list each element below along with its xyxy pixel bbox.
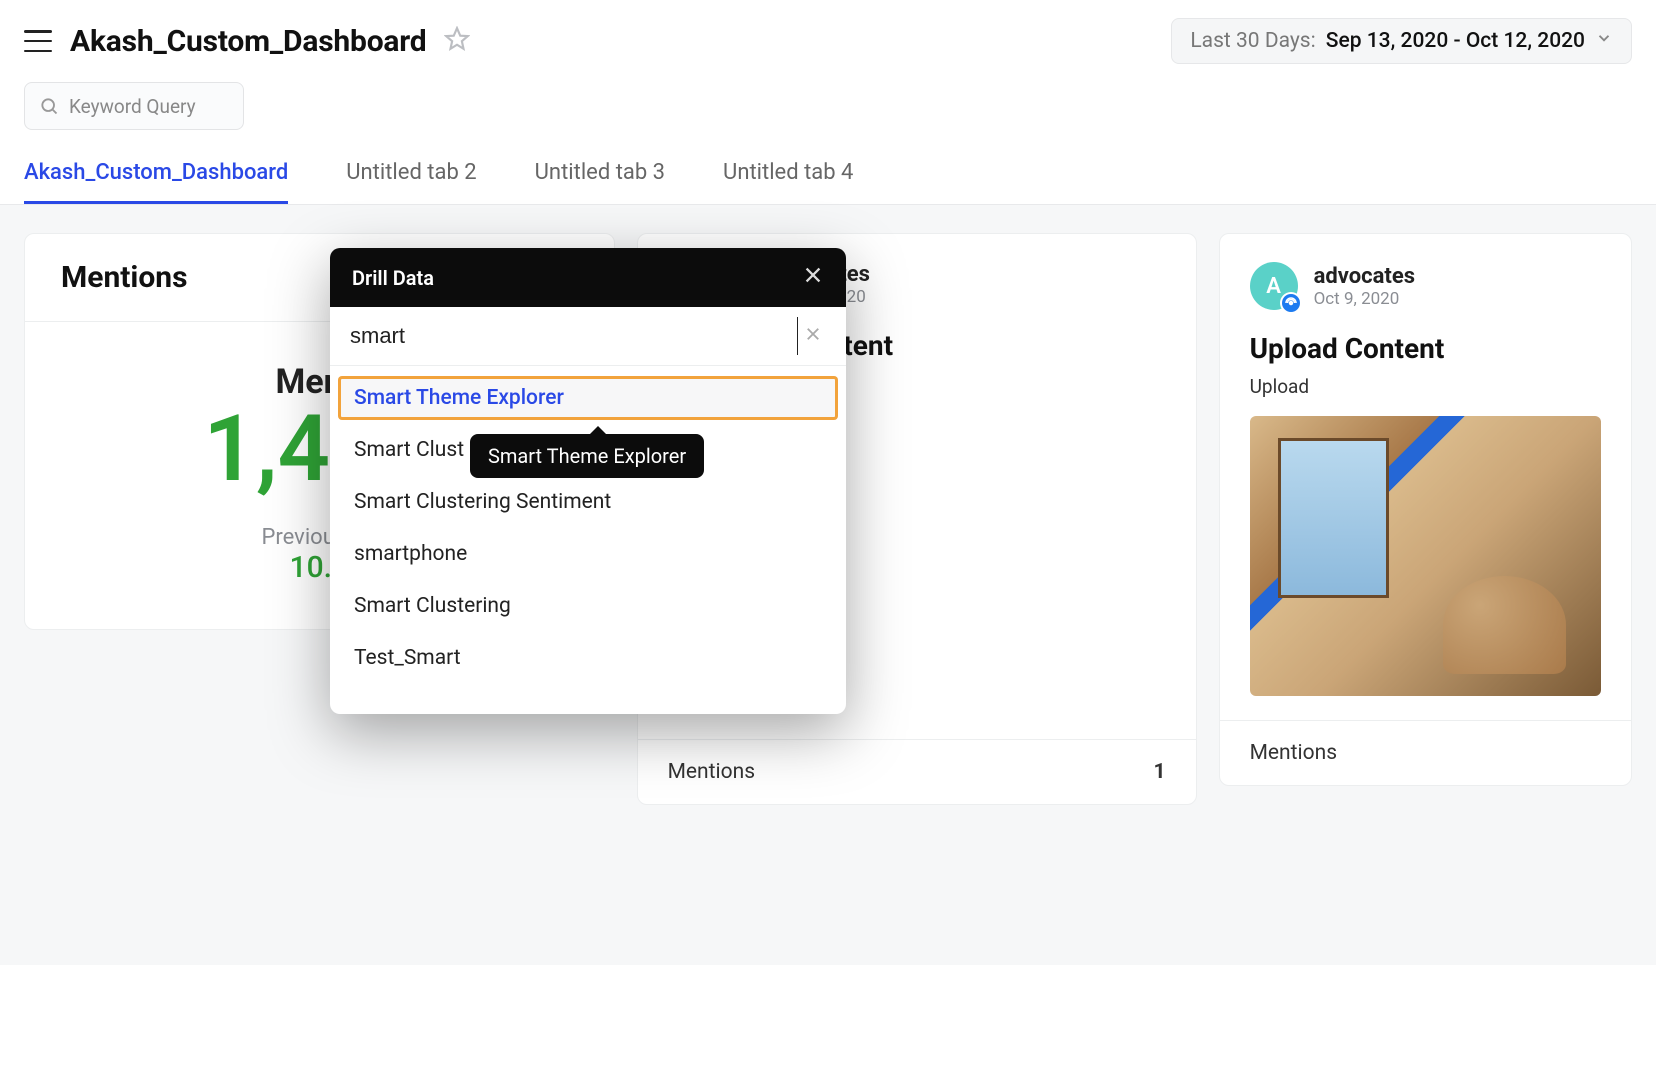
date-range-label: Last 30 Days: (1190, 29, 1315, 53)
chevron-down-icon (1595, 29, 1613, 53)
feed-footer-count: 1 (1154, 760, 1166, 784)
drill-title: Drill Data (352, 266, 434, 290)
date-range-picker[interactable]: Last 30 Days: Sep 13, 2020 - Oct 12, 202… (1171, 18, 1632, 64)
favorite-star-icon[interactable] (444, 26, 470, 56)
drill-input-row (330, 307, 846, 366)
feed-footer-label: Mentions (668, 760, 755, 784)
feed-body: A advocates Oct 9, 2020 Upload Content U… (1220, 234, 1631, 696)
menu-icon[interactable] (24, 30, 52, 52)
feed-post-title: Upload Content (1250, 332, 1601, 365)
page-title: Akash_Custom_Dashboard (70, 24, 426, 59)
feed-card-right: A advocates Oct 9, 2020 Upload Content U… (1219, 233, 1632, 786)
feed-author-name: advocates (1314, 264, 1415, 289)
header-left: Akash_Custom_Dashboard (24, 24, 470, 59)
drill-header: Drill Data (330, 248, 846, 307)
search-icon (39, 96, 59, 116)
feed-card-footer: Mentions (1220, 720, 1631, 785)
clear-input-icon[interactable] (798, 319, 828, 353)
feed-item-head: ates 2020 (828, 262, 1166, 307)
feed-footer-label: Mentions (1250, 741, 1337, 765)
drill-item-tooltip: Smart Theme Explorer (470, 434, 704, 478)
tab-untitled-2[interactable]: Untitled tab 2 (346, 146, 476, 204)
drill-results-list: Smart Theme Explorer Smart Clust Smart C… (330, 366, 846, 714)
tab-akash-custom-dashboard[interactable]: Akash_Custom_Dashboard (24, 146, 288, 204)
drill-search-input[interactable] (348, 317, 798, 355)
date-range-value: Sep 13, 2020 - Oct 12, 2020 (1326, 29, 1585, 53)
feed-post-date: Oct 9, 2020 (1314, 289, 1415, 309)
avatar-letter: A (1266, 274, 1281, 299)
feed-card-footer: Mentions 1 (638, 739, 1196, 804)
drill-result-item[interactable]: smartphone (330, 528, 846, 580)
feed-post-excerpt: Upload (1250, 375, 1601, 398)
keyword-query-input[interactable]: Keyword Query (24, 82, 244, 130)
drill-result-item[interactable]: Smart Clustering Sentiment (330, 476, 846, 528)
feed-post-title: ntent (828, 329, 1166, 362)
avatar[interactable]: A (1250, 262, 1298, 310)
tabs-row: Akash_Custom_Dashboard Untitled tab 2 Un… (0, 146, 1656, 205)
drill-result-item[interactable]: Smart Clustering (330, 580, 846, 632)
feed-post-excerpt: t (828, 372, 1166, 395)
broadcast-badge-icon (1280, 292, 1302, 314)
drill-data-popover: Drill Data Smart Theme Explorer Smart Cl… (330, 248, 846, 714)
feed-item-head: A advocates Oct 9, 2020 (1250, 262, 1601, 310)
drill-result-item[interactable]: Test_Smart (330, 632, 846, 684)
query-row: Keyword Query (0, 64, 1656, 146)
close-icon[interactable] (802, 264, 824, 291)
feed-author-block: advocates Oct 9, 2020 (1314, 264, 1415, 309)
app-header: Akash_Custom_Dashboard Last 30 Days: Sep… (0, 0, 1656, 64)
tab-untitled-3[interactable]: Untitled tab 3 (535, 146, 665, 204)
feed-post-image[interactable] (1250, 416, 1601, 696)
drill-result-item[interactable]: Smart Theme Explorer (338, 376, 838, 420)
keyword-query-placeholder: Keyword Query (69, 95, 196, 118)
tab-untitled-4[interactable]: Untitled tab 4 (723, 146, 853, 204)
